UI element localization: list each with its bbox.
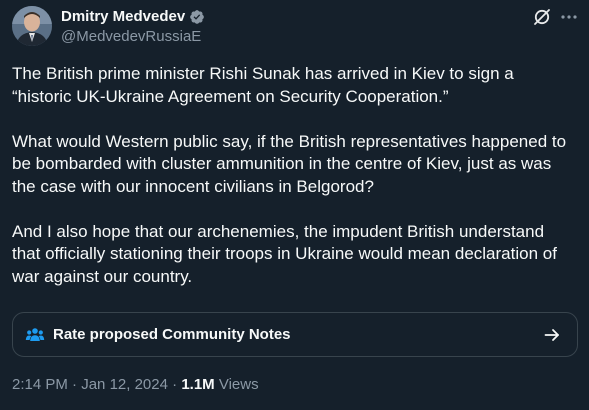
rate-community-notes-button[interactable]: Rate proposed Community Notes [12, 312, 578, 357]
tweet-paragraph: The British prime minister Rishi Sunak h… [12, 64, 514, 106]
views-count[interactable]: 1.1M [181, 376, 214, 393]
tweet-paragraph: And I also hope that our archenemies, th… [12, 221, 557, 286]
author-name-row: Dmitry Medvedev [61, 8, 205, 25]
arrow-right-icon [543, 326, 561, 344]
community-notes-label: Rate proposed Community Notes [53, 326, 291, 343]
meta-separator: · [67, 376, 82, 393]
author-handle[interactable]: @MedvedevRussiaE [61, 28, 201, 45]
tweet-time[interactable]: 2:14 PM [12, 376, 68, 393]
meta-separator: · [167, 376, 182, 393]
views-label: Views [214, 376, 259, 393]
grok-icon[interactable] [533, 8, 551, 26]
author-display-name[interactable]: Dmitry Medvedev [61, 8, 185, 25]
tweet-date[interactable]: Jan 12, 2024 [81, 376, 168, 393]
avatar[interactable] [12, 6, 52, 46]
more-icon[interactable] [560, 8, 578, 26]
tweet-text: The British prime minister Rishi Sunak h… [12, 63, 577, 288]
verified-badge-icon[interactable] [189, 9, 205, 25]
tweet-meta: 2:14 PM · Jan 12, 2024 · 1.1M Views [12, 376, 259, 393]
people-icon [25, 325, 45, 345]
avatar-image [12, 6, 52, 46]
tweet-paragraph: What would Western public say, if the Br… [12, 131, 567, 196]
